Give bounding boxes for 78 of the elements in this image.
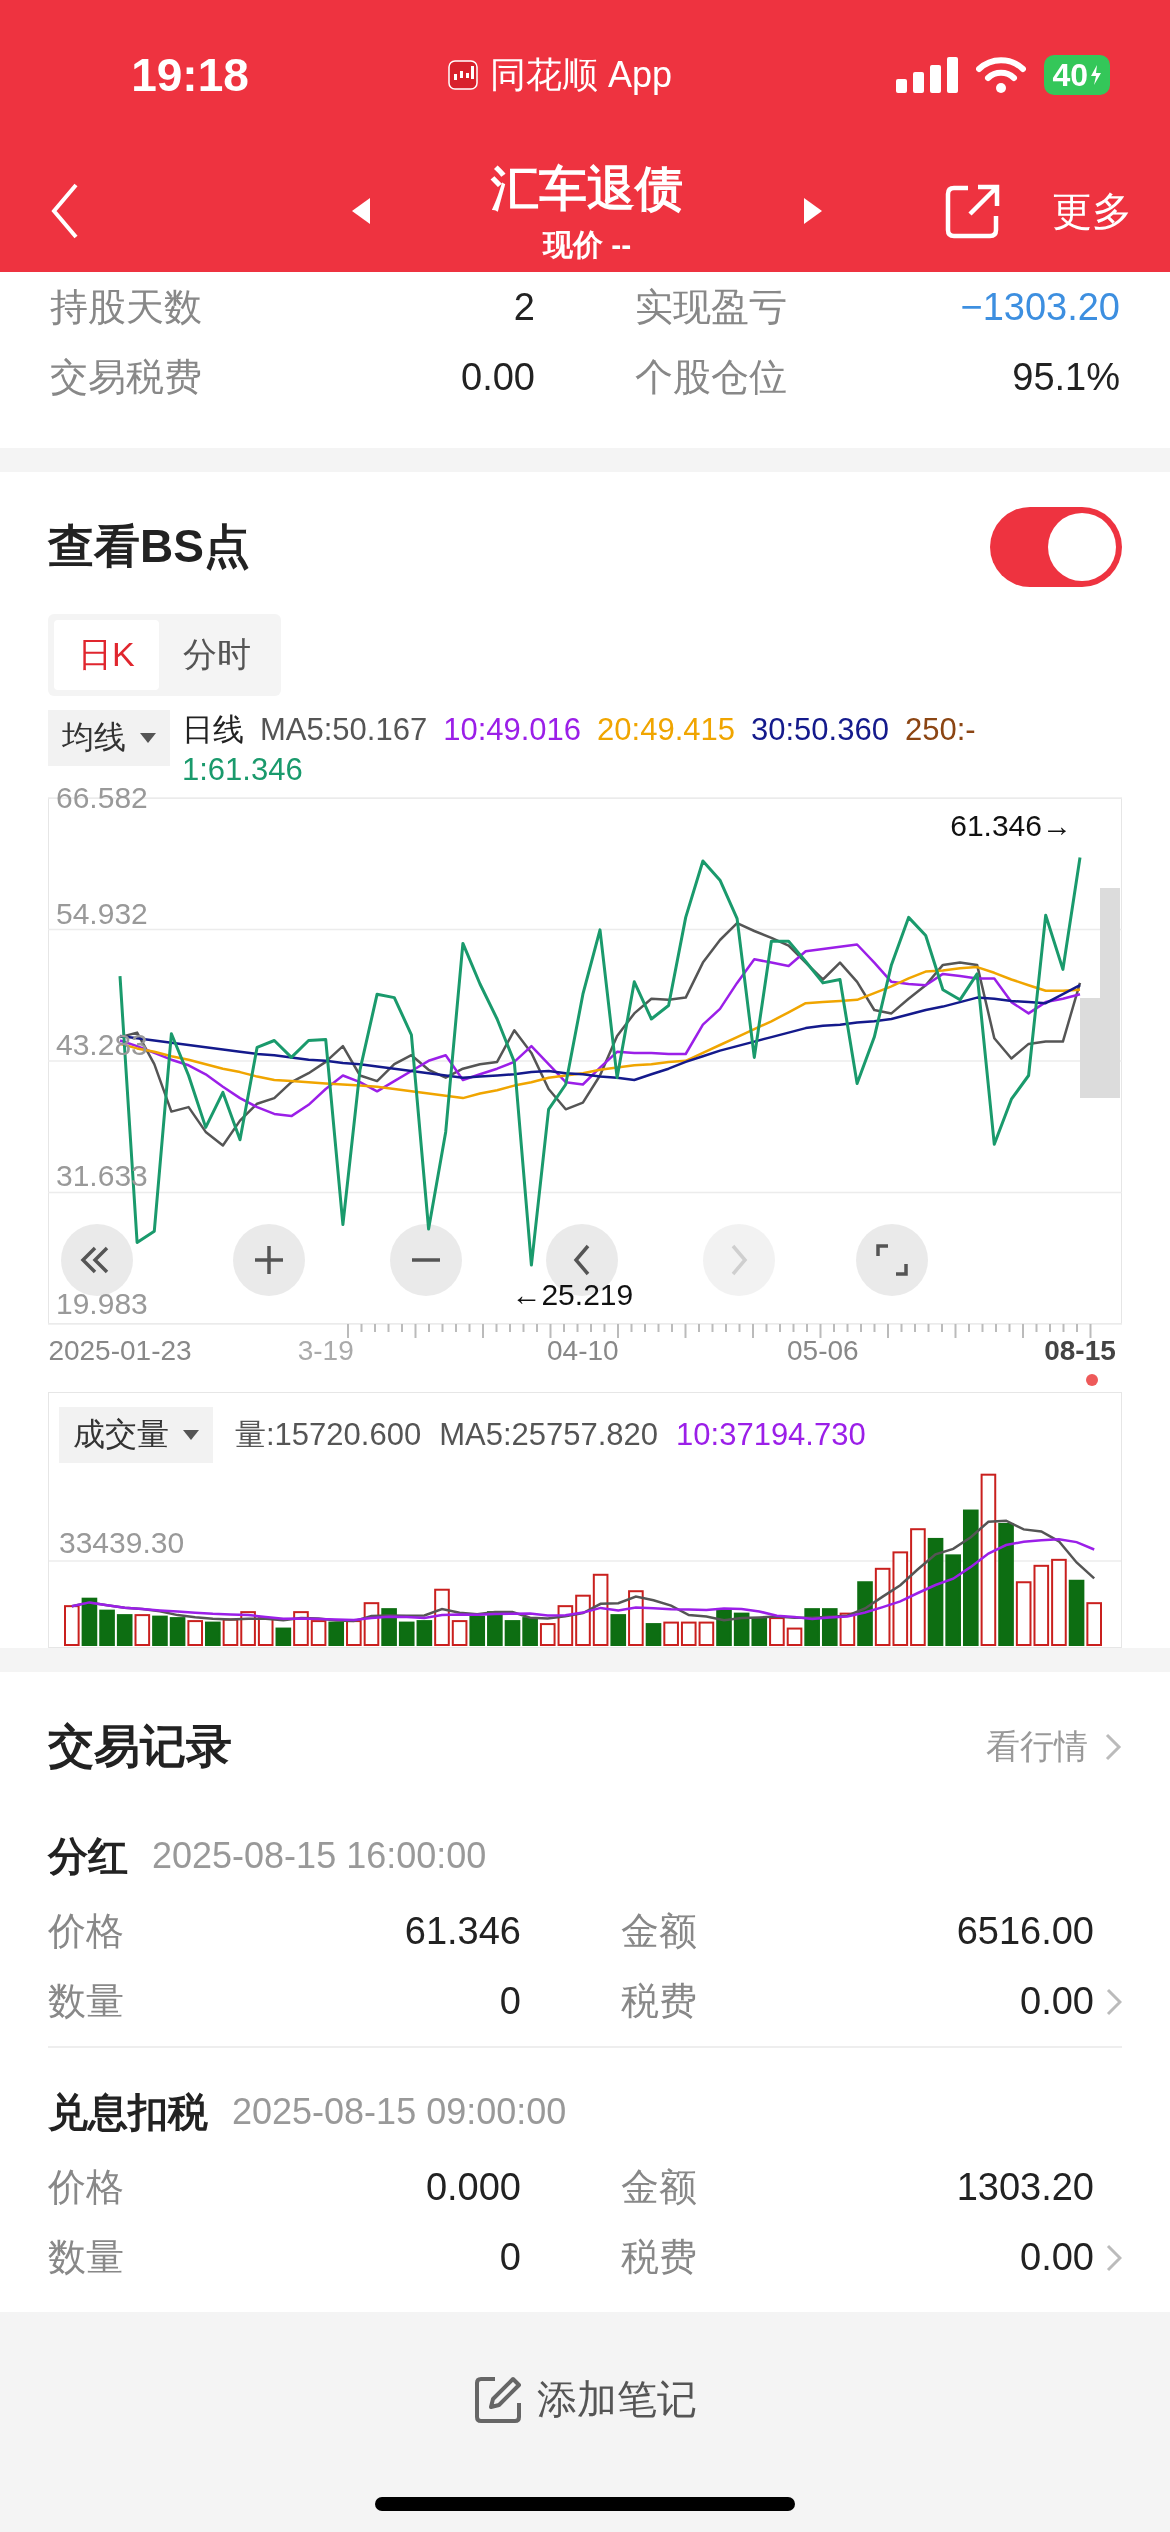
chevron-icon [1104,1732,1122,1762]
legend-item: MA5:25757.820 [439,1416,659,1454]
legend-item: 量:15720.600 [235,1416,422,1454]
field-value: 6516.00 [956,1909,1094,1953]
chart-tab[interactable]: 日K [54,620,159,690]
signal-icon [896,57,959,93]
field-value: 1303.20 [956,2165,1094,2209]
summary-value: 2 [513,285,535,329]
legend-item: 10:37194.730 [676,1416,866,1454]
field-value: 0 [499,1979,521,2023]
next-stock-button[interactable] [802,196,824,226]
more-button[interactable]: 更多 [1052,183,1132,239]
volume-indicator-dropdown[interactable]: 成交量 [59,1407,213,1463]
summary-label: 交易税费 [50,354,202,400]
legend-item: 30:50.360 [751,711,889,749]
record-time: 2025-08-15 16:00:00 [152,1835,487,1877]
legend-item: 250:- [904,711,976,749]
legend-item: MA5:50.167 [260,711,428,749]
chart-fullscreen-button[interactable] [856,1224,928,1296]
summary-value: −1303.20 [960,285,1120,329]
price-annotation: 61.346→ [950,808,1072,842]
field-label: 税费 [621,2234,697,2280]
add-note-button[interactable]: 添加笔记 [473,2372,697,2427]
x-axis-label: 05-06 [787,1335,859,1366]
caret-icon [140,733,156,743]
field-label: 价格 [48,2164,124,2210]
section-title: 交易记录 [48,1719,232,1774]
x-axis-label: 2025-01-23 [48,1335,192,1366]
summary-label: 个股仓位 [635,354,787,400]
y-axis-label: 54.932 [56,896,148,930]
caret-icon [183,1430,199,1440]
y-axis-label: 66.582 [56,781,148,814]
field-label: 价格 [48,1908,124,1954]
field-label: 数量 [48,2234,124,2280]
field-label: 税费 [621,1978,697,2024]
field-label: 数量 [48,1978,124,2024]
field-value: 0.00 [1020,1979,1094,2023]
volume-axis-label: 33439.30 [59,1526,185,1559]
app-name: 同花顺 App [490,52,673,97]
indicator-dropdown[interactable]: 均线 [48,710,170,766]
chart-zoom-out-button[interactable] [390,1224,462,1296]
chart-first-button[interactable] [61,1224,133,1296]
share-button[interactable] [944,182,1002,240]
record-type: 兑息扣税 [48,2088,208,2136]
field-label: 金额 [621,1908,697,1954]
app-icon [448,60,478,90]
summary-label: 持股天数 [50,284,202,330]
current-price: 现价 -- [542,226,632,263]
back-button[interactable] [50,183,80,239]
legend-item: 10:49.016 [443,711,582,749]
summary-value: 95.1% [1012,355,1120,399]
field-value: 0.000 [425,2165,521,2209]
legend-item: 日线 [182,711,244,749]
x-axis-label: 08-15 [1044,1335,1116,1366]
stock-title: 汇车退债 [491,160,683,217]
wifi-icon [976,57,1027,93]
field-value: 0.00 [1020,2235,1094,2279]
legend-item: 20:49.415 [597,711,735,749]
chart-tab[interactable]: 分时 [158,620,275,690]
record-time: 2025-08-15 09:00:00 [232,2091,567,2133]
field-value: 0 [499,2235,521,2279]
price-annotation: ←25.219 [511,1278,634,1312]
summary-value: 0.00 [461,355,535,399]
field-value: 61.346 [404,1909,521,1953]
status-time: 19:18 [130,48,250,102]
legend-item: 1:61.346 [182,751,303,789]
x-axis-label: 3-19 [297,1335,354,1366]
y-axis-label: 19.983 [56,1287,148,1320]
battery-indicator: 40 [1044,55,1110,95]
summary-label: 实现盈亏 [635,284,787,330]
marker-dot [1086,1374,1098,1386]
previous-stock-button[interactable] [350,196,372,226]
x-axis-label: 04-10 [547,1335,619,1366]
edit-icon [473,2374,523,2425]
chart-zoom-in-button[interactable] [233,1224,305,1296]
section-title: 查看BS点 [48,519,250,574]
record-type: 分红 [48,1832,128,1880]
field-label: 金额 [621,2164,697,2210]
